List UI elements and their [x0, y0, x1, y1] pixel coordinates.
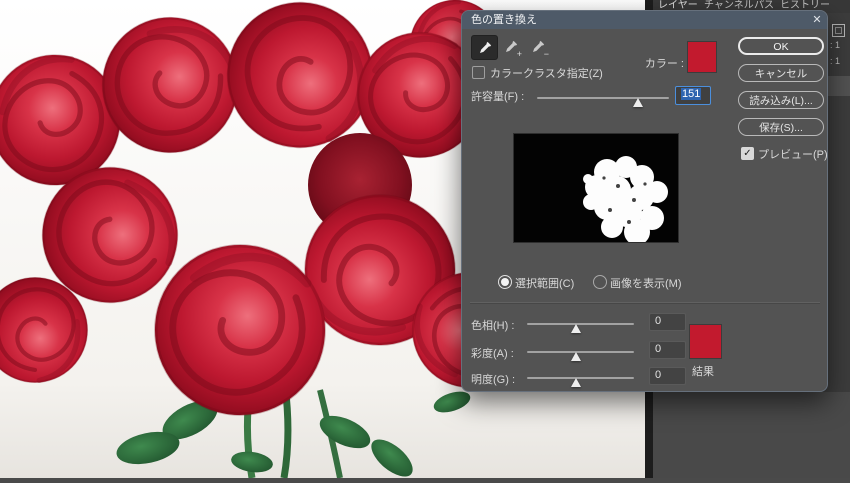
- preview-checkbox[interactable]: ✓: [741, 147, 754, 160]
- cancel-button[interactable]: キャンセル: [738, 64, 824, 82]
- ok-button[interactable]: OK: [738, 37, 824, 55]
- load-button[interactable]: 読み込み(L)...: [738, 91, 824, 109]
- result-label: 結果: [692, 363, 714, 379]
- save-button[interactable]: 保存(S)...: [738, 118, 824, 136]
- opacity-value-fragment: : 1: [830, 40, 840, 50]
- lightness-slider-thumb[interactable]: [571, 378, 581, 387]
- eyedropper-add-tool[interactable]: +: [498, 35, 523, 58]
- tolerance-label: 許容量(F) :: [471, 88, 524, 104]
- check-icon: ✓: [743, 148, 751, 159]
- tolerance-slider-thumb[interactable]: [633, 98, 643, 107]
- eyedropper-plus-icon: [504, 40, 518, 54]
- color-cluster-label: カラークラスタ指定(Z): [490, 65, 603, 81]
- selection-radio-label: 選択範囲(C): [515, 275, 574, 291]
- fill-value-fragment: : 1: [830, 56, 840, 66]
- saturation-label: 彩度(A) :: [471, 345, 514, 361]
- workspace-background: [653, 392, 850, 478]
- selection-radio[interactable]: [498, 275, 512, 289]
- eyedropper-minus-icon: [531, 40, 545, 54]
- eyedropper-tool[interactable]: [471, 35, 498, 60]
- selected-color-swatch[interactable]: [687, 41, 717, 73]
- selection-mask-preview[interactable]: [513, 133, 679, 243]
- mask-preview-image: [514, 134, 678, 242]
- image-radio-label: 画像を表示(M): [610, 275, 682, 291]
- image-radio[interactable]: [593, 275, 607, 289]
- eyedropper-subtract-tool[interactable]: −: [525, 35, 550, 58]
- saturation-slider-thumb[interactable]: [571, 352, 581, 361]
- replace-color-dialog: 色の置き換え ✕ + − カラークラスタ指定(Z) カラー : 許容量(F) :…: [461, 10, 828, 392]
- tolerance-slider-track[interactable]: [537, 97, 669, 99]
- lock-icon[interactable]: [832, 24, 845, 37]
- saturation-input[interactable]: 0: [649, 341, 686, 359]
- hue-slider-thumb[interactable]: [571, 324, 581, 333]
- eyedropper-icon: [478, 41, 492, 55]
- color-cluster-checkbox[interactable]: [472, 66, 485, 79]
- close-icon[interactable]: ✕: [806, 11, 828, 29]
- divider: [470, 302, 820, 303]
- lightness-label: 明度(G) :: [471, 371, 515, 387]
- dialog-title: 色の置き換え: [462, 11, 827, 29]
- tolerance-input[interactable]: 151: [675, 86, 711, 105]
- hue-input[interactable]: 0: [649, 313, 686, 331]
- preview-label: プレビュー(P): [758, 146, 828, 162]
- selected-layer-row[interactable]: [828, 76, 850, 96]
- hue-label: 色相(H) :: [471, 317, 514, 333]
- color-label: カラー :: [622, 55, 684, 71]
- lightness-input[interactable]: 0: [649, 367, 686, 385]
- result-color-swatch: [689, 324, 722, 359]
